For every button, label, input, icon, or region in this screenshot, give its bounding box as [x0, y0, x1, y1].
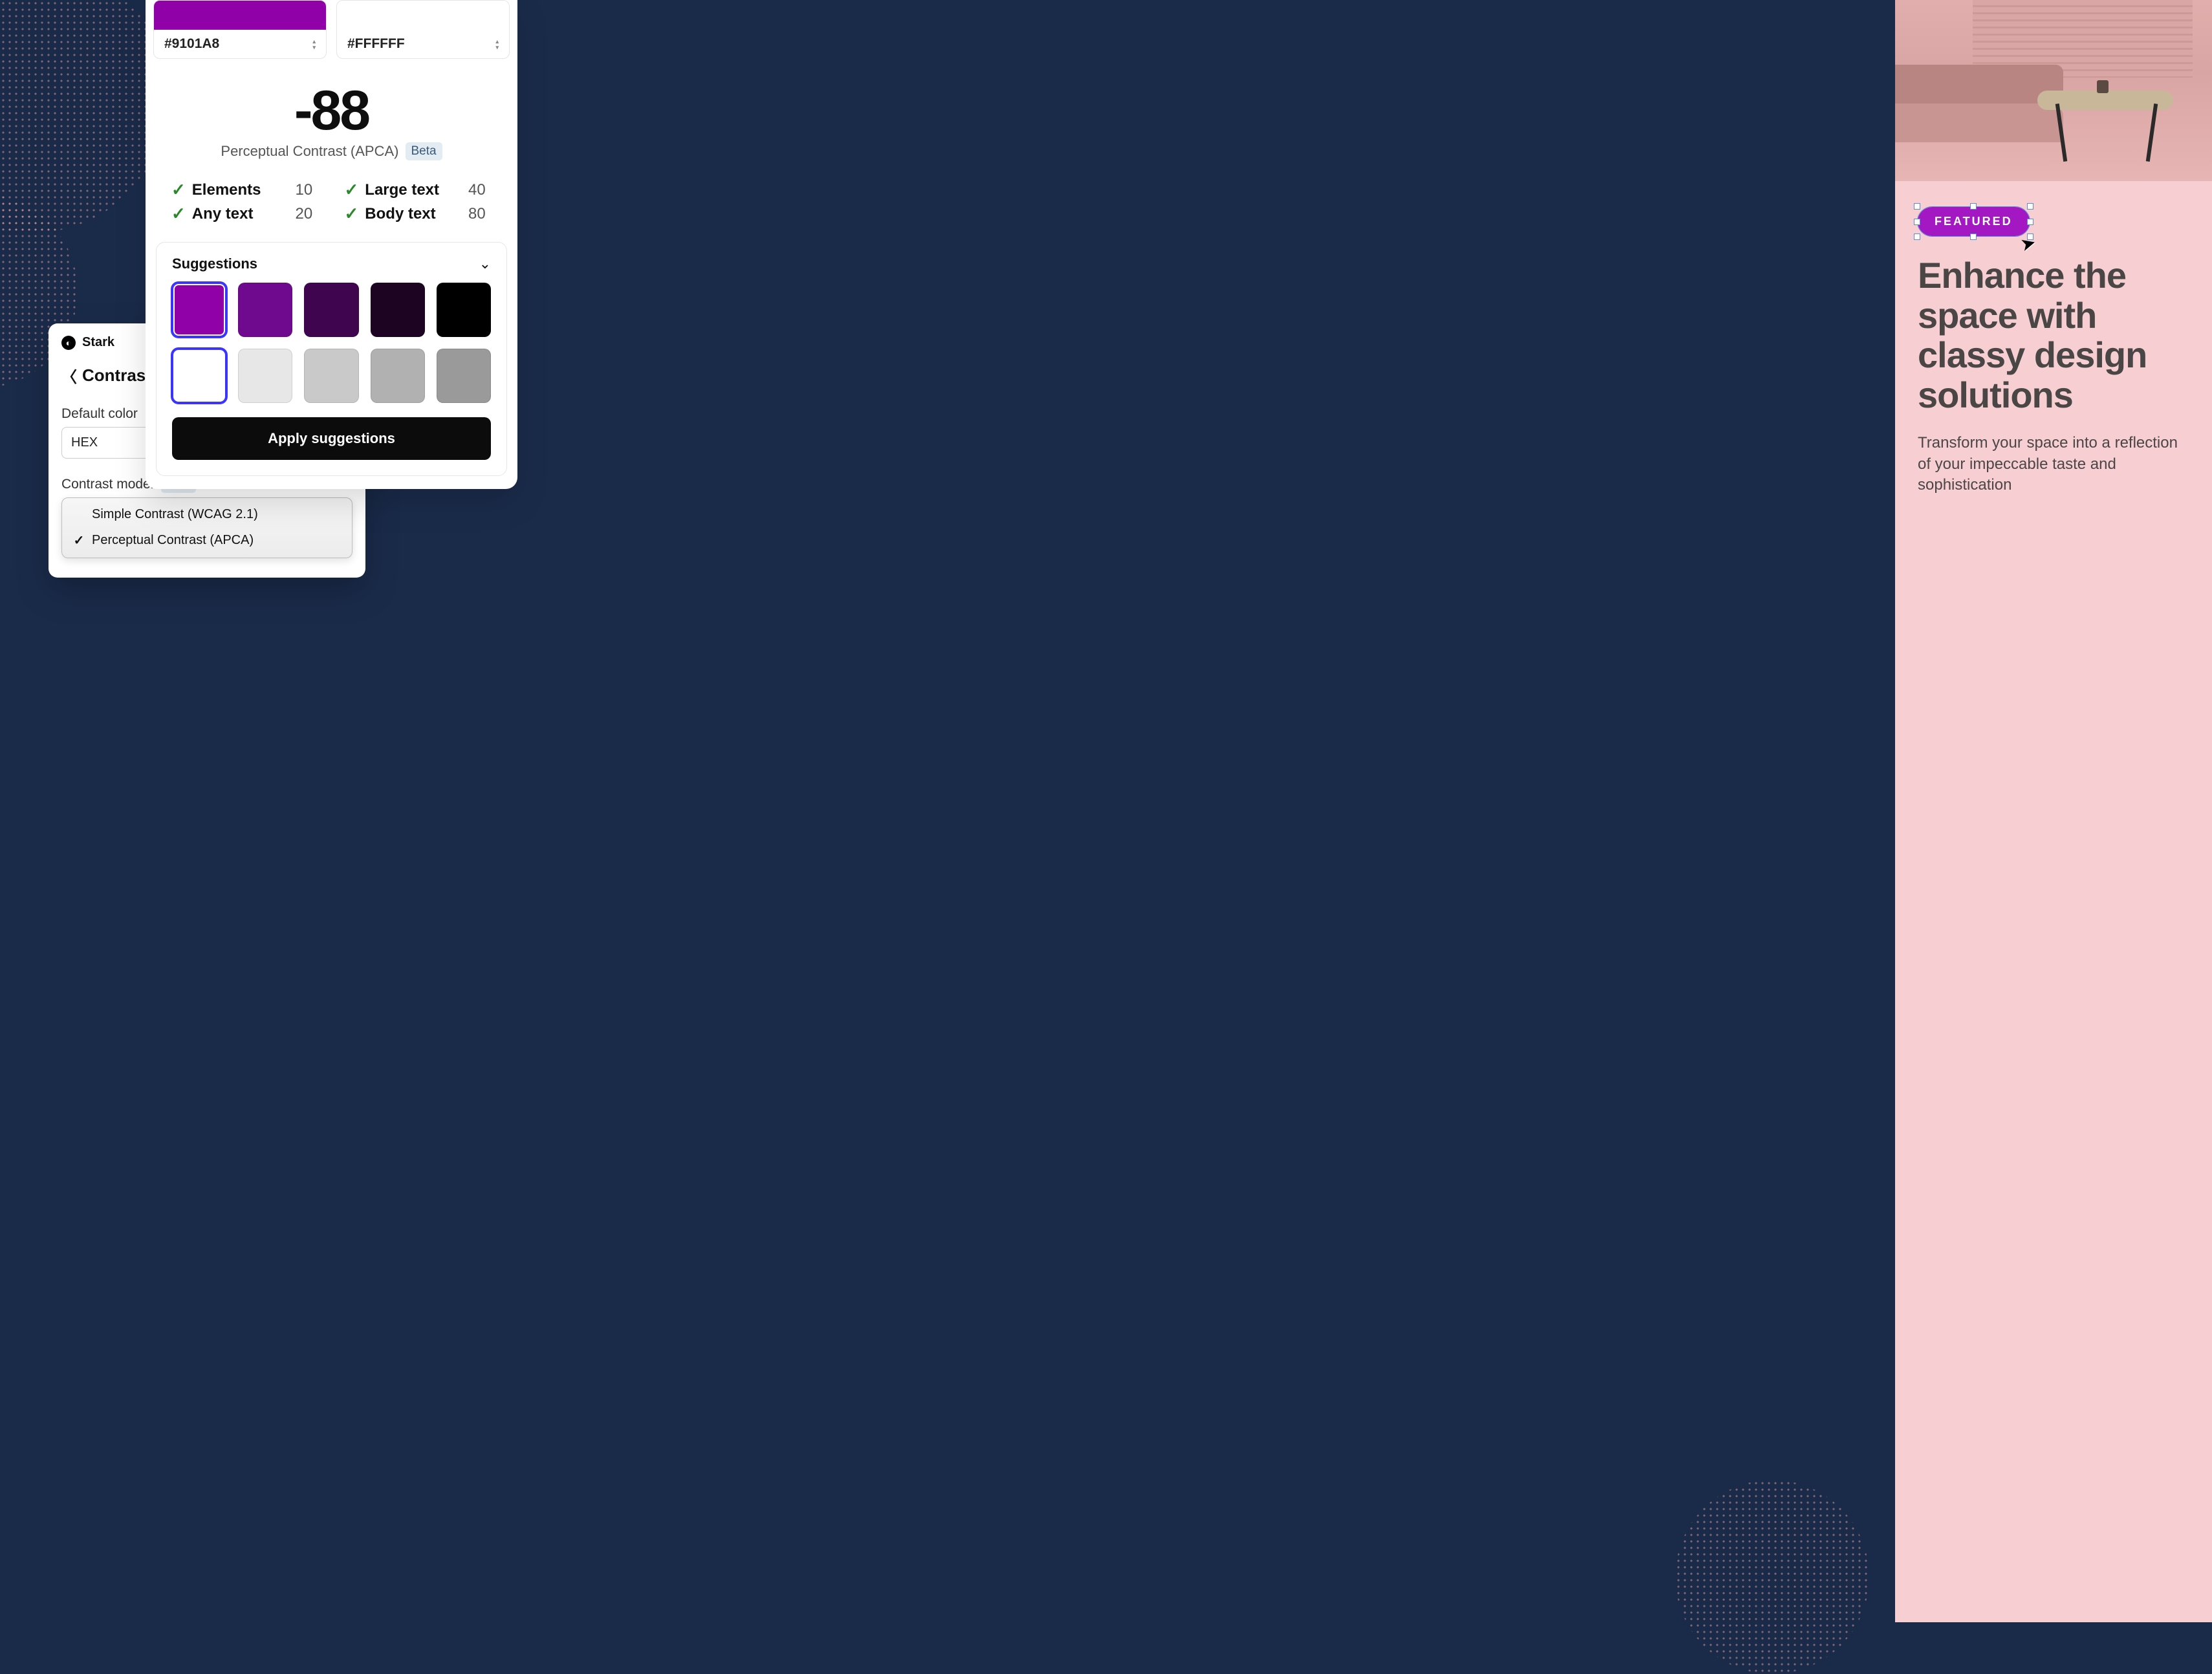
preview-decor [2146, 103, 2158, 162]
stark-logo-icon: ◐ [61, 336, 76, 350]
check-icon: ✓ [72, 532, 85, 549]
compliance-checks-grid: ✓ Elements 10 ✓ Large text 40 ✓ Any text… [146, 167, 517, 242]
preview-decor [1895, 103, 2063, 142]
selection-handle[interactable] [1914, 219, 1920, 225]
design-preview-pane: FEATURED ➤ Enhance the space with classy… [1895, 0, 2212, 1622]
suggestion-swatch[interactable] [238, 349, 292, 403]
apply-suggestions-button[interactable]: Apply suggestions [172, 417, 491, 460]
suggestion-swatch[interactable] [304, 283, 358, 337]
check-item: ✓ Body text 80 [345, 204, 492, 224]
stepper-icon[interactable]: ▴▾ [495, 39, 499, 50]
selection-handle[interactable] [1970, 203, 1977, 210]
dropdown-option-label: Perceptual Contrast (APCA) [92, 533, 254, 548]
selection-handle[interactable] [1914, 203, 1920, 210]
selection-handle[interactable] [1914, 234, 1920, 240]
featured-pill[interactable]: FEATURED [1918, 207, 2030, 236]
chevron-down-icon[interactable]: ⌄ [479, 255, 491, 272]
check-item: ✓ Any text 20 [171, 204, 319, 224]
check-label: Any text [192, 205, 289, 223]
beta-badge: Beta [406, 142, 442, 160]
check-label: Elements [192, 181, 289, 199]
suggestion-swatch[interactable] [238, 283, 292, 337]
suggestion-swatch[interactable] [172, 283, 226, 337]
suggestions-title: Suggestions [172, 255, 257, 272]
suggestion-swatch[interactable] [304, 349, 358, 403]
preview-decor [2097, 80, 2109, 93]
preview-heading: Enhance the space with classy design sol… [1918, 255, 2189, 415]
dropdown-option[interactable]: Simple Contrast (WCAG 2.1) [62, 502, 352, 527]
suggestion-swatch[interactable] [371, 349, 425, 403]
decorative-blob [0, 0, 168, 233]
check-value: 40 [468, 181, 492, 199]
chevron-left-icon: 〈 [61, 364, 77, 387]
contrast-score-label: Perceptual Contrast (APCA) [221, 143, 398, 160]
check-item: ✓ Large text 40 [345, 180, 492, 200]
suggestion-swatch[interactable] [371, 283, 425, 337]
suggestion-swatch-grid [172, 283, 491, 403]
foreground-color-cell[interactable]: #9101A8 ▴▾ [153, 0, 327, 59]
background-color-cell[interactable]: #FFFFFF ▴▾ [336, 0, 510, 59]
contrast-panel: #9101A8 ▴▾ #FFFFFF ▴▾ -88 Perceptual Con… [146, 0, 517, 489]
suggestion-swatch[interactable] [172, 349, 226, 403]
check-icon: ✓ [345, 204, 359, 224]
suggestions-card: Suggestions ⌄ Apply suggestions [156, 242, 507, 476]
background-swatch [337, 1, 509, 30]
selection-handle[interactable] [1970, 234, 1977, 240]
stepper-icon[interactable]: ▴▾ [312, 39, 316, 50]
cursor-icon: ➤ [2018, 232, 2038, 256]
check-icon: ✓ [345, 180, 359, 200]
check-value: 80 [468, 205, 492, 223]
contrast-model-dropdown[interactable]: Simple Contrast (WCAG 2.1) ✓ Perceptual … [61, 497, 352, 558]
selection-handle[interactable] [2027, 203, 2033, 210]
foreground-swatch [154, 1, 326, 30]
check-icon: ✓ [171, 204, 186, 224]
foreground-hex-value: #9101A8 [164, 36, 219, 52]
dropdown-option-label: Simple Contrast (WCAG 2.1) [92, 507, 258, 522]
check-label: Body text [365, 205, 462, 223]
selected-element-pill[interactable]: FEATURED ➤ [1918, 207, 2030, 236]
suggestion-swatch[interactable] [437, 283, 491, 337]
preview-subheading: Transform your space into a reflection o… [1918, 433, 2189, 495]
check-icon: ✓ [171, 180, 186, 200]
check-value: 20 [296, 205, 319, 223]
selection-handle[interactable] [2027, 219, 2033, 225]
check-item: ✓ Elements 10 [171, 180, 319, 200]
dropdown-option[interactable]: ✓ Perceptual Contrast (APCA) [62, 527, 352, 554]
contrast-score-value: -88 [146, 83, 517, 138]
preview-hero-image [1895, 0, 2212, 181]
check-label: Large text [365, 181, 462, 199]
check-value: 10 [296, 181, 319, 199]
plugin-title: Stark [82, 335, 114, 350]
background-hex-value: #FFFFFF [347, 36, 405, 52]
suggestion-swatch[interactable] [437, 349, 491, 403]
decorative-blob [1675, 1480, 1869, 1674]
